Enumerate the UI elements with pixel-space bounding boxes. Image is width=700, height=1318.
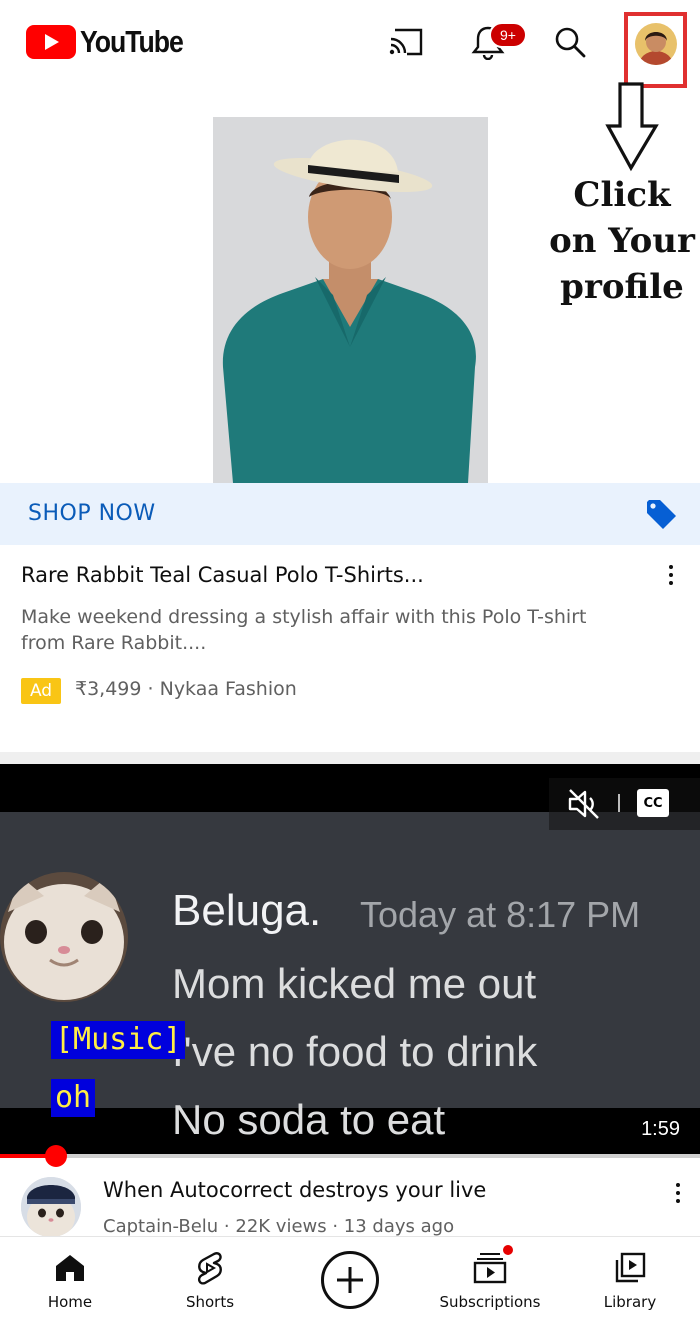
cat-face-image [0, 872, 128, 1002]
discord-username: Beluga. [172, 886, 322, 935]
bottom-navigation: Home Shorts Subscriptions Library [0, 1236, 700, 1318]
video-duration: 1:59 [641, 1118, 680, 1140]
ad-more-options-icon[interactable] [656, 558, 686, 592]
youtube-logo[interactable]: YouTube [26, 24, 200, 60]
new-content-dot [501, 1243, 515, 1257]
closed-captions-icon[interactable]: CC [637, 789, 669, 817]
subscriptions-icon [473, 1243, 515, 1285]
price-tag-icon [647, 500, 676, 529]
channel-avatar[interactable] [21, 1177, 81, 1237]
top-app-bar: YouTube 9+ [0, 0, 700, 88]
logo-text: YouTube [80, 24, 184, 59]
caption-line: oh [51, 1079, 96, 1117]
annotation-line-3: profile [560, 267, 684, 307]
video-more-options-icon[interactable] [663, 1176, 693, 1210]
video-progress-track[interactable] [0, 1154, 700, 1158]
ad-product-image[interactable] [213, 117, 488, 483]
video-title[interactable]: When Autocorrect destroys your live [103, 1178, 486, 1202]
cast-icon [389, 28, 423, 56]
video-frame: Beluga. Today at 8:17 PM Mom kicked me o… [0, 812, 700, 1143]
channel-avatar-image [21, 1177, 81, 1237]
discord-message-line: No soda to eat [172, 1096, 446, 1143]
nav-home[interactable]: Home [40, 1237, 100, 1318]
nav-shorts[interactable]: Shorts [175, 1237, 245, 1318]
avatar-image [634, 23, 677, 65]
discord-timestamp: Today at 8:17 PM [360, 894, 641, 935]
ad-model-illustration [213, 117, 488, 483]
ad-badge: Ad [21, 678, 61, 704]
shop-now-bar[interactable]: SHOP NOW [0, 483, 700, 545]
cast-button[interactable] [382, 18, 430, 66]
profile-avatar[interactable] [634, 23, 677, 65]
home-icon [53, 1251, 87, 1285]
cat-avatar [0, 872, 128, 1002]
notification-badge: 9+ [489, 22, 527, 48]
search-icon [555, 27, 586, 58]
nav-subscriptions[interactable]: Subscriptions [430, 1237, 550, 1318]
shorts-icon [193, 1251, 227, 1285]
section-divider [0, 752, 700, 764]
nav-library-label: Library [603, 1293, 657, 1311]
ad-price-seller: ₹3,499 · Nykaa Fashion [75, 678, 297, 700]
mute-icon[interactable] [566, 786, 602, 822]
annotation-text: Click on Your profile [546, 172, 698, 310]
video-player[interactable]: Beluga. Today at 8:17 PM Mom kicked me o… [0, 764, 700, 1156]
video-scrubber-handle[interactable] [45, 1145, 67, 1167]
annotation-line-2: on Your [549, 221, 695, 261]
search-button[interactable] [546, 18, 594, 66]
youtube-logo-icon [26, 25, 76, 59]
nav-library[interactable]: Library [593, 1237, 667, 1318]
controls-divider [618, 794, 620, 812]
ad-title[interactable]: Rare Rabbit Teal Casual Polo T-Shirts... [21, 563, 424, 587]
ad-description: Make weekend dressing a stylish affair w… [21, 606, 587, 654]
nav-create[interactable] [320, 1237, 380, 1318]
shop-now-label: SHOP NOW [28, 501, 156, 526]
create-icon [321, 1251, 379, 1309]
video-metadata: Captain-Belu · 22K views · 13 days ago [103, 1216, 455, 1237]
discord-message-line: I've no food to drink [172, 1028, 538, 1075]
library-icon [613, 1251, 647, 1285]
annotation-line-1: Click [573, 175, 671, 215]
annotation-arrow-icon [605, 82, 659, 172]
profile-highlight-box [624, 12, 687, 88]
nav-shorts-label: Shorts [185, 1293, 235, 1311]
caption-line: [Music] [51, 1021, 186, 1059]
nav-subscriptions-label: Subscriptions [439, 1293, 541, 1311]
nav-home-label: Home [47, 1293, 93, 1311]
discord-message-line: Mom kicked me out [172, 960, 537, 1007]
